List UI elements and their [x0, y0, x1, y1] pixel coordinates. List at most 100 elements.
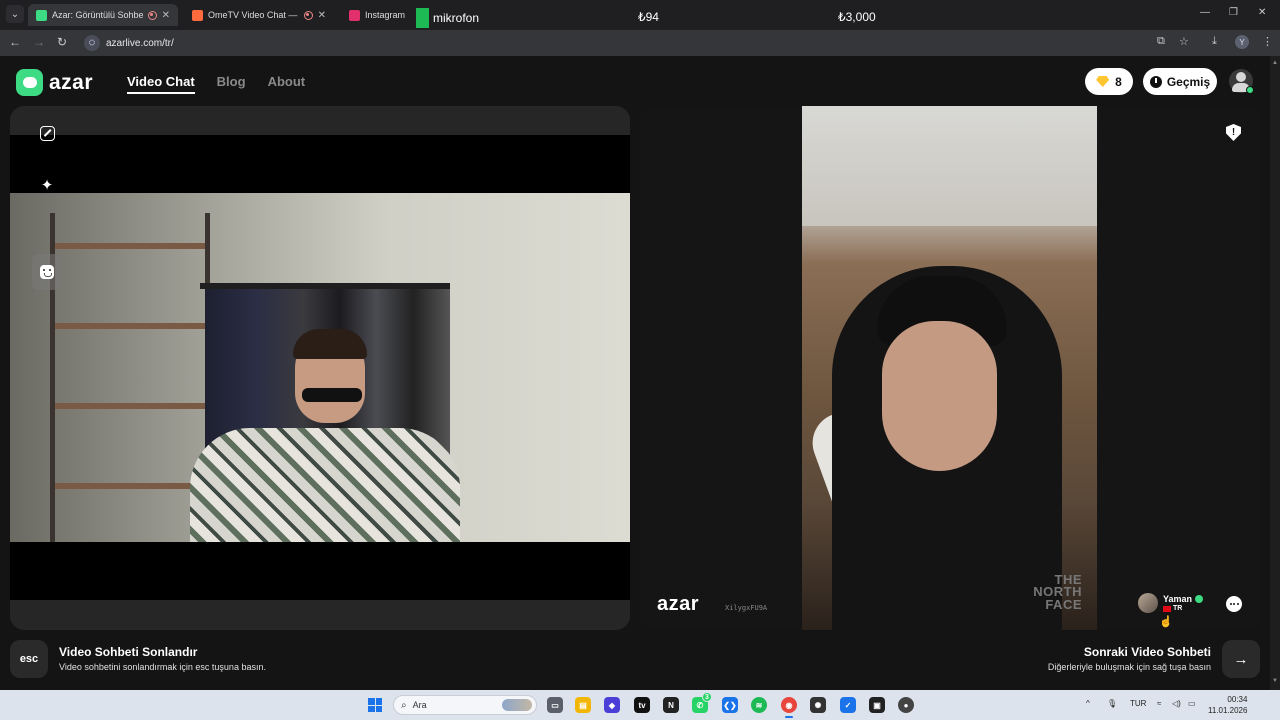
minimize-icon[interactable]: —	[1200, 7, 1210, 18]
tab-title: Azar: Görüntülü Sohbet & V	[52, 10, 143, 20]
mouse-cursor-icon: ☝	[1159, 616, 1173, 628]
clock-date: 11.01.2026	[1208, 706, 1248, 715]
partner-profile-tag[interactable]: Yaman TR	[1138, 593, 1204, 613]
nav-blog[interactable]: Blog	[217, 74, 246, 94]
history-button[interactable]: Geçmiş	[1143, 68, 1217, 95]
gem-count: 8	[1115, 74, 1122, 89]
instagram-favicon-icon	[349, 9, 360, 21]
language-indicator[interactable]: TUR	[1130, 699, 1146, 708]
wifi-icon[interactable]: ≈	[1157, 699, 1161, 708]
page-scrollbar[interactable]: ▲ ▼	[1270, 56, 1280, 690]
report-shield-icon[interactable]: !	[1226, 124, 1241, 141]
turkey-flag-icon	[1163, 605, 1171, 612]
shelf-illustration	[50, 213, 210, 542]
apple-tv-icon[interactable]: tv	[634, 697, 650, 713]
face-filter-icon	[40, 265, 54, 279]
bookmark-star-icon[interactable]: ☆	[1179, 35, 1189, 48]
chat-bubble-icon[interactable]	[1226, 596, 1242, 612]
windows-start-icon[interactable]	[368, 698, 382, 712]
ometv-favicon-icon	[192, 9, 203, 21]
partner-name: Yaman	[1163, 594, 1193, 604]
next-chat-subtitle: Diğerleriyle buluşmak için sağ tuşa bası…	[1047, 662, 1211, 672]
recorder-app-icon[interactable]: ●	[898, 697, 914, 713]
gems-button[interactable]: 8	[1085, 68, 1133, 95]
recording-icon	[303, 10, 313, 20]
microphone-icon[interactable]: 🎙	[1107, 699, 1117, 708]
cast-icon[interactable]: ⧉	[1157, 35, 1165, 48]
tab-instagram[interactable]: Instagram	[341, 4, 421, 26]
task-view-icon[interactable]: ▭	[547, 697, 563, 713]
search-icon: ⌕	[401, 699, 407, 711]
close-tab-icon[interactable]: ✕	[318, 10, 326, 21]
site-info-icon[interactable]: ⛭	[84, 35, 100, 51]
browser-menu-icon[interactable]: ⋮	[1262, 35, 1273, 48]
face-filter-button[interactable]	[32, 254, 62, 290]
maximize-icon[interactable]: ❐	[1229, 7, 1238, 18]
overlay-green-block	[416, 8, 429, 28]
azar-favicon-icon	[36, 9, 47, 21]
next-chat-button[interactable]: →	[1222, 640, 1260, 678]
azar-page: azar Video Chat Blog About 8 Geçmiş ✦ TH…	[0, 56, 1270, 690]
clock-time: 00:34	[1227, 695, 1248, 704]
spotify-icon[interactable]: ≋	[751, 697, 767, 713]
obsidian-icon[interactable]: ◆	[604, 697, 620, 713]
partner-avatar	[1138, 593, 1158, 613]
tab-ometv[interactable]: OmeTV Video Chat — Ome ✕	[184, 4, 334, 26]
end-chat-subtitle: Video sohbetini sonlandırmak için esc tu…	[59, 662, 266, 672]
taskbar-search[interactable]: ⌕ Ara	[393, 695, 537, 715]
reload-icon[interactable]: ↻	[57, 35, 67, 49]
chatgpt-icon[interactable]: ✺	[810, 697, 826, 713]
end-chat-button[interactable]: esc	[10, 640, 48, 678]
notion-icon[interactable]: N	[663, 697, 679, 713]
overlay-price-right: ₺3,000	[838, 10, 876, 24]
tab-title: Instagram	[365, 10, 406, 20]
shirt-logo-text: THE NORTH FACE	[1033, 572, 1082, 612]
file-explorer-icon[interactable]: ▤	[575, 697, 591, 713]
online-status-dot	[1246, 86, 1254, 94]
close-tab-icon[interactable]: ✕	[162, 10, 170, 21]
tray-overflow-icon[interactable]: ^	[1086, 699, 1090, 708]
partner-camera-feed: THE NORTH FACE	[802, 106, 1097, 630]
whatsapp-badge: 3	[702, 692, 712, 702]
sparkle-icon: ✦	[40, 176, 54, 194]
download-icon[interactable]: ⤓	[1212, 35, 1217, 48]
main-nav: Video Chat Blog About	[127, 74, 305, 94]
nav-about[interactable]: About	[268, 74, 306, 94]
tab-azar[interactable]: Azar: Görüntülü Sohbet & V ✕	[28, 4, 178, 26]
address-bar-row: ← → ↻ ⛭ azarlive.com/tr/ ⧉ ☆ ⤓ Y ⋮	[0, 30, 1280, 56]
user-avatar[interactable]	[1229, 69, 1254, 94]
taskbar-clock[interactable]: 00:34 11.01.2026	[1208, 694, 1247, 716]
tab-title: OmeTV Video Chat — Ome	[208, 10, 299, 20]
back-icon[interactable]: ←	[9, 35, 21, 49]
azar-logo[interactable]: azar	[16, 69, 93, 96]
self-person	[190, 329, 460, 542]
history-label: Geçmiş	[1166, 74, 1211, 89]
vscode-icon[interactable]: ❮❯	[722, 697, 738, 713]
close-window-icon[interactable]: ✕	[1258, 7, 1266, 18]
tab-search-button[interactable]: ⌄	[6, 5, 24, 23]
recording-icon	[147, 10, 157, 20]
next-chat-title: Sonraki Video Sohbeti	[1083, 645, 1211, 659]
forward-icon[interactable]: →	[33, 35, 45, 49]
verified-badge-icon	[1195, 595, 1204, 603]
todo-icon[interactable]: ✓	[840, 697, 856, 713]
watermark-id: XilygxFU9A	[725, 604, 768, 612]
omnibox[interactable]: ⛭ azarlive.com/tr/	[80, 33, 1200, 53]
box-app-icon[interactable]: ▣	[869, 697, 885, 713]
nav-video-chat[interactable]: Video Chat	[127, 74, 195, 94]
overlay-label: mikrofon	[433, 11, 480, 25]
browser-profile-avatar[interactable]: Y	[1235, 35, 1249, 49]
search-highlight-image	[502, 699, 532, 711]
search-placeholder: Ara	[412, 700, 427, 710]
partner-country: TR	[1173, 605, 1183, 612]
battery-icon[interactable]: ▭	[1188, 699, 1196, 708]
effects-button[interactable]: ✦	[36, 174, 58, 196]
whatsapp-icon[interactable]: ✆ 3	[692, 692, 712, 713]
url-text[interactable]: azarlive.com/tr/	[106, 38, 174, 49]
fullscreen-button[interactable]	[36, 122, 58, 144]
volume-icon[interactable]: ◁)	[1172, 699, 1181, 708]
clock-icon	[1149, 75, 1162, 88]
chrome-icon[interactable]: ◉	[781, 697, 797, 718]
end-chat-title: Video Sohbeti Sonlandır	[59, 645, 198, 659]
stream-overlay: mikrofon	[416, 8, 479, 28]
